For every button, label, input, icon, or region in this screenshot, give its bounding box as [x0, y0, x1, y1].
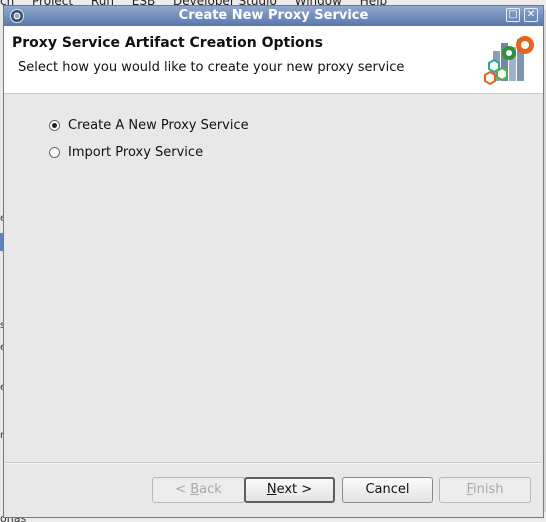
dialog-titlebar[interactable]: Create New Proxy Service □ ✕: [4, 6, 543, 26]
finish-button[interactable]: Finish: [439, 477, 531, 503]
close-button[interactable]: ✕: [524, 8, 538, 22]
next-button[interactable]: Next >: [244, 477, 335, 503]
wizard-header: Proxy Service Artifact Creation Options …: [4, 26, 543, 94]
option-label: Import Proxy Service: [68, 145, 204, 160]
radio-import[interactable]: [49, 147, 60, 158]
dialog-title: Create New Proxy Service: [178, 8, 369, 23]
wizard-content: Create A New Proxy Service Import Proxy …: [4, 94, 543, 449]
back-label-rest: ack: [199, 482, 222, 497]
back-button[interactable]: < Back: [152, 477, 245, 503]
page-description: Select how you would like to create your…: [18, 60, 405, 75]
back-mnemonic: B: [190, 482, 200, 497]
button-bar-separator: [6, 462, 541, 464]
option-create-new[interactable]: Create A New Proxy Service: [49, 118, 249, 133]
next-mnemonic: N: [266, 482, 277, 497]
page-title: Proxy Service Artifact Creation Options: [12, 35, 323, 51]
create-proxy-service-dialog: Create New Proxy Service □ ✕ Proxy Servi…: [3, 5, 544, 518]
proxy-service-wizard-icon: [484, 36, 534, 86]
back-prefix: <: [175, 482, 191, 497]
finish-label-rest: inish: [473, 482, 504, 497]
next-label-rest: ext >: [276, 482, 313, 497]
maximize-button[interactable]: □: [506, 8, 520, 22]
radio-create-new[interactable]: [49, 120, 60, 131]
option-import[interactable]: Import Proxy Service: [49, 145, 203, 160]
option-label: Create A New Proxy Service: [68, 118, 249, 133]
cancel-button[interactable]: Cancel: [342, 477, 433, 503]
